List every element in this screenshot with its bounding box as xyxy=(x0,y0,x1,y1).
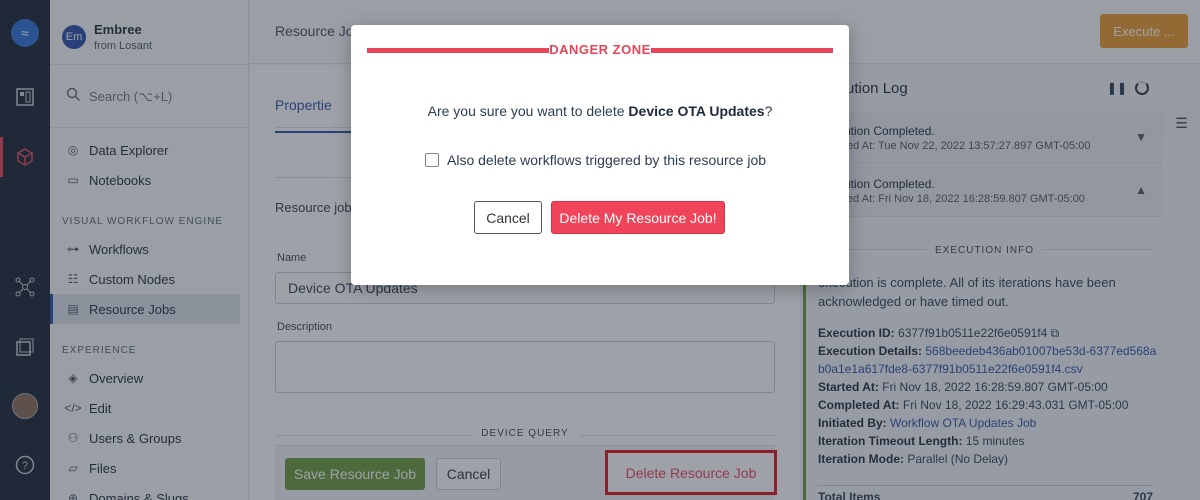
danger-bar-left xyxy=(367,48,549,53)
modal-cancel-button[interactable]: Cancel xyxy=(474,201,542,234)
confirm-message: Are you sure you want to delete Device O… xyxy=(427,103,773,119)
modal-title: DANGER ZONE xyxy=(549,42,651,57)
delete-workflows-checkbox[interactable] xyxy=(425,153,439,167)
confirm-resource-name: Device OTA Updates xyxy=(628,103,765,119)
delete-confirmation-modal: DANGER ZONE Are you sure you want to del… xyxy=(351,25,849,285)
confirm-delete-button[interactable]: Delete My Resource Job! xyxy=(551,201,725,234)
danger-bar-right xyxy=(651,48,833,53)
delete-workflows-option[interactable]: Also delete workflows triggered by this … xyxy=(425,152,766,168)
checkbox-label: Also delete workflows triggered by this … xyxy=(447,152,767,168)
